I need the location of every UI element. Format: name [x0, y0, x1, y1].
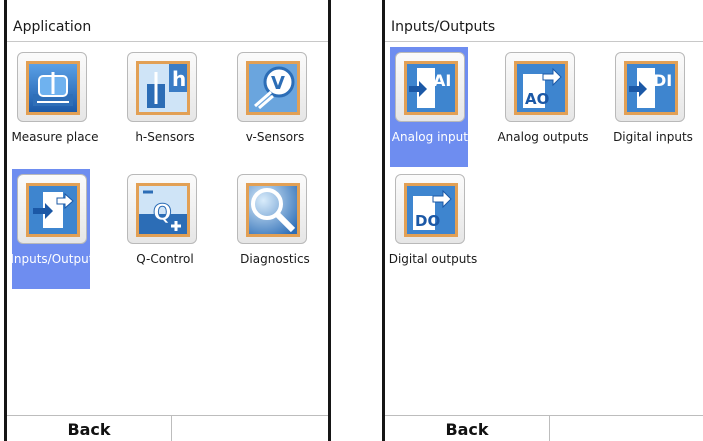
tile-inputs-outputs[interactable]: Inputs/Outputs — [10, 169, 115, 289]
page-title: Application — [13, 19, 92, 35]
svg-text:DI: DI — [653, 71, 672, 90]
digital-outputs-icon: DO — [404, 183, 458, 237]
tile-label: Digital inputs — [613, 130, 693, 144]
svg-text:Q: Q — [153, 201, 172, 226]
tile-label: Analog outputs — [497, 130, 589, 144]
analog-outputs-icon: AO — [514, 61, 568, 115]
tile-label: h-Sensors — [135, 130, 195, 144]
tile-h-sensors[interactable]: h h-Sensors — [125, 50, 225, 150]
tile-label: Q-Control — [136, 252, 194, 266]
back-button[interactable]: Back — [385, 416, 550, 441]
svg-text:DO: DO — [415, 212, 440, 230]
tile-q-control[interactable]: Q Q-Control — [125, 172, 225, 272]
softkey-bar: Back — [385, 415, 703, 441]
diagnostics-icon — [246, 183, 300, 237]
tile-analog-outputs[interactable]: AO Analog outputs — [497, 50, 603, 150]
page-title: Inputs/Outputs — [391, 19, 496, 35]
title-bar: Inputs/Outputs — [385, 16, 703, 42]
application-screen: Application Measure place h h-Sensors V … — [4, 0, 331, 441]
tile-measure-place[interactable]: Measure place — [11, 50, 115, 150]
inputs-outputs-icon — [26, 183, 80, 237]
tile-label: Diagnostics — [240, 252, 310, 266]
inputs-outputs-screen: Inputs/Outputs AI Analog inputs AO Analo… — [382, 0, 703, 441]
measure-place-icon — [26, 61, 80, 115]
svg-text:h: h — [172, 67, 186, 91]
title-bar: Application — [7, 16, 328, 42]
tile-label: v-Sensors — [245, 130, 305, 144]
tile-diagnostics[interactable]: Diagnostics — [235, 172, 328, 272]
svg-text:AO: AO — [525, 90, 549, 108]
tile-label: Digital outputs — [388, 252, 478, 266]
softkey-right[interactable] — [172, 416, 328, 441]
tile-analog-inputs[interactable]: AI Analog inputs — [390, 47, 493, 167]
h-sensors-icon: h — [136, 61, 190, 115]
q-control-icon: Q — [136, 183, 190, 237]
analog-inputs-icon: AI — [404, 61, 458, 115]
back-button[interactable]: Back — [7, 416, 172, 441]
tile-digital-outputs[interactable]: DO Digital outputs — [389, 172, 493, 272]
digital-inputs-icon: DI — [624, 61, 678, 115]
tile-v-sensors[interactable]: V v-Sensors — [235, 50, 328, 150]
tile-digital-inputs[interactable]: DI Digital inputs — [613, 50, 703, 150]
softkey-right[interactable] — [550, 416, 703, 441]
tile-label: Analog inputs — [391, 130, 475, 144]
tile-label: Inputs/Outputs — [10, 252, 100, 266]
svg-text:AI: AI — [433, 71, 451, 90]
softkey-bar: Back — [7, 415, 328, 441]
tile-label: Measure place — [11, 130, 99, 144]
v-sensors-icon: V — [246, 61, 300, 115]
svg-text:V: V — [271, 73, 285, 94]
